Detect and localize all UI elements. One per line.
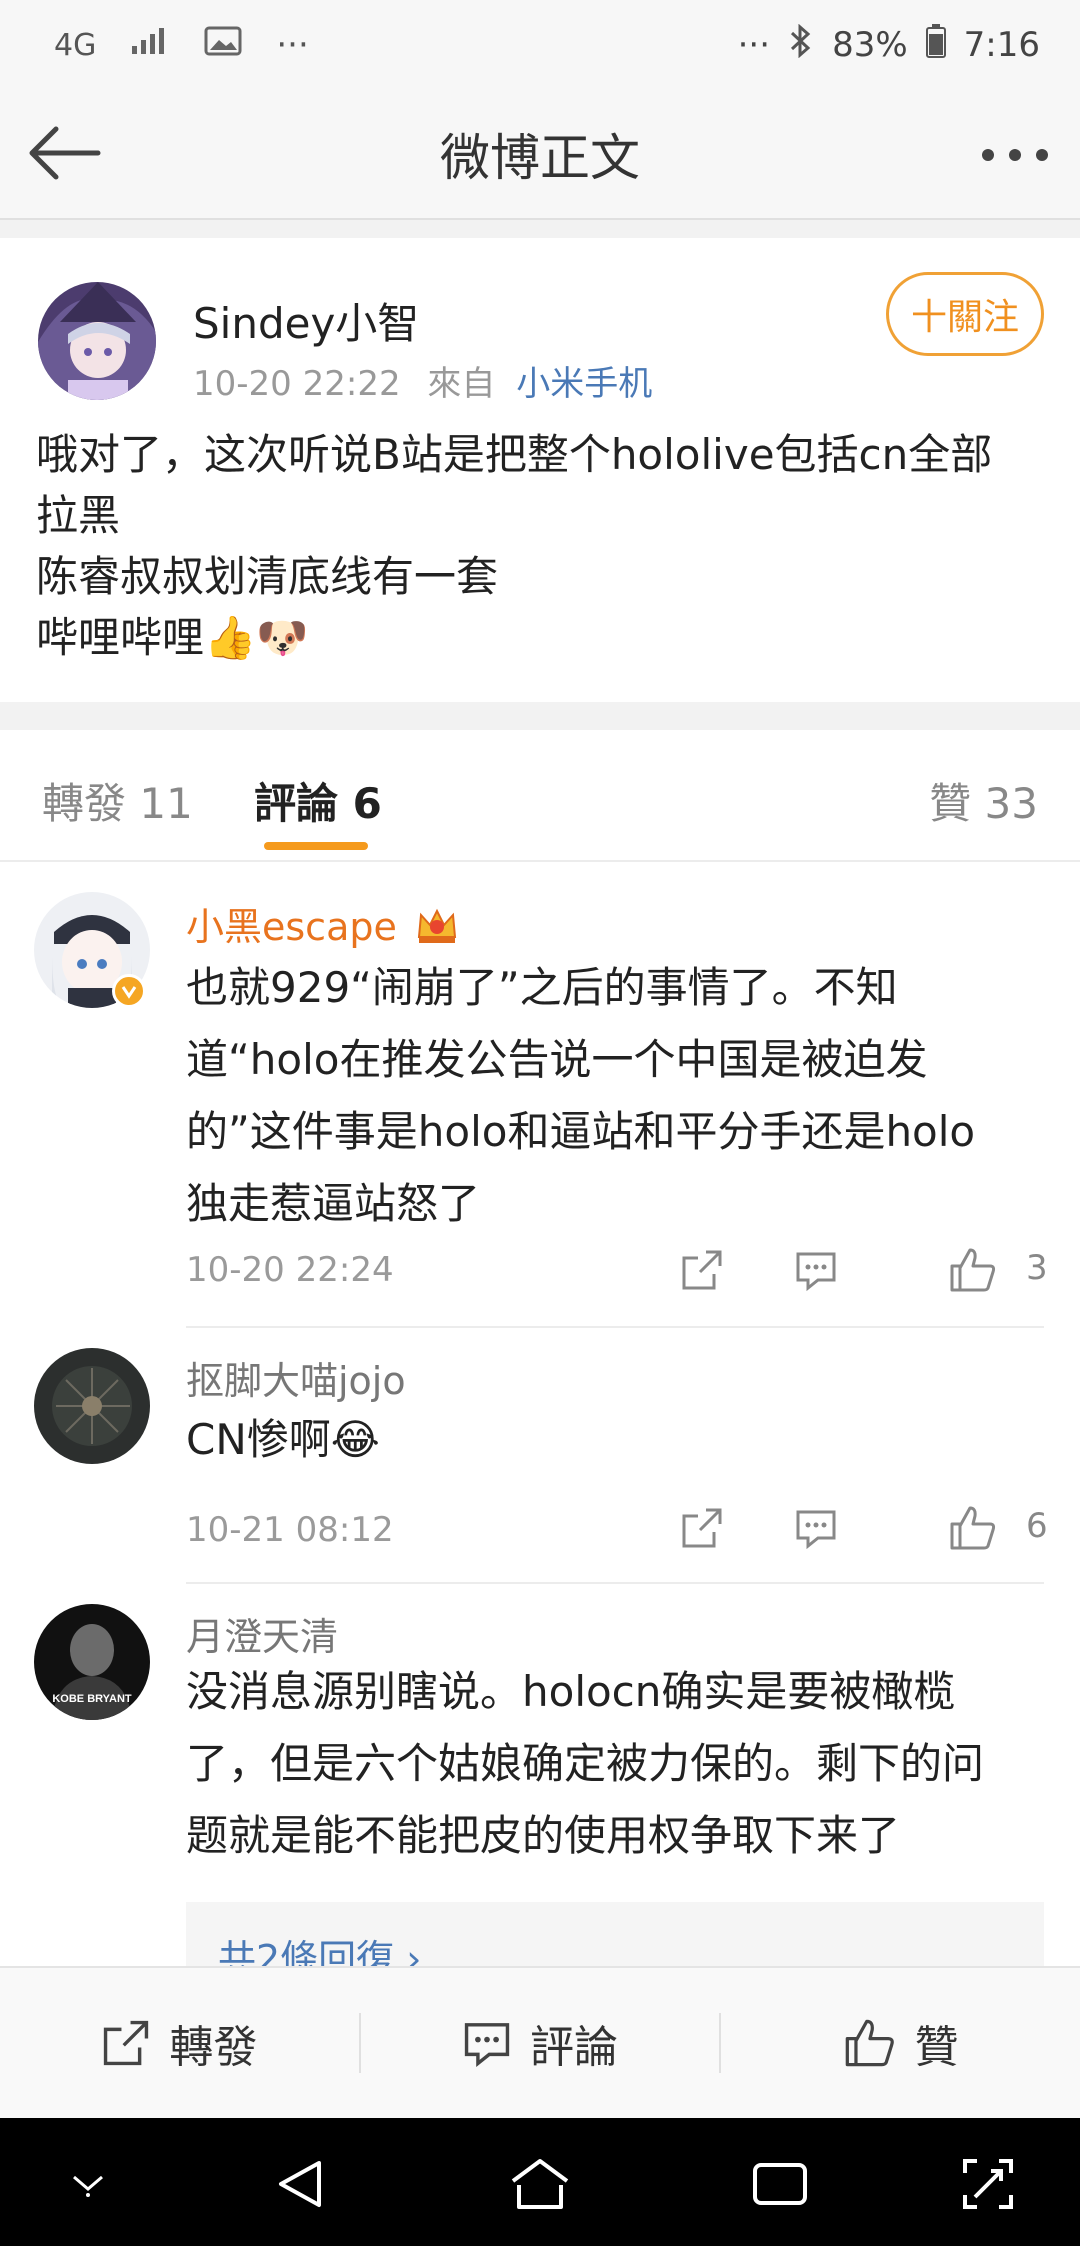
status-bar: 4G ··· ··· 83% 7:16 <box>0 0 1080 90</box>
post-author-name[interactable]: Sindey小智 <box>193 290 419 351</box>
post-text-line: 陈睿叔叔划清底线有一套 <box>36 552 499 601</box>
comment-text-line: CN惨啊😂 <box>186 1415 380 1464</box>
overflow-indicator: ··· <box>737 25 771 65</box>
hide-keyboard-button[interactable] <box>48 2152 128 2216</box>
comment-reply-button[interactable] <box>794 1240 838 1300</box>
comment-icon <box>796 1510 836 1550</box>
comment-text-line: 的”这件事是holo和逼站和平分手还是holo <box>186 1107 976 1156</box>
comment-icon <box>464 2023 510 2068</box>
nav-recents-button[interactable] <box>740 2152 820 2216</box>
repost-button[interactable]: 轉發 <box>0 1968 359 2118</box>
post-author-avatar[interactable] <box>38 282 156 400</box>
page-title: 微博正文 <box>440 129 640 187</box>
interaction-tabs: 轉發 11 評論 6 贊 33 <box>0 730 1080 862</box>
battery-percent: 83% <box>832 25 908 65</box>
commenter-avatar[interactable]: KOBE BRYANT <box>34 1604 150 1720</box>
nav-bar: 微博正文 <box>0 90 1080 220</box>
comment-actions: 6 <box>680 1498 1080 1558</box>
comment-reply-button[interactable] <box>794 1498 838 1558</box>
nav-home-button[interactable] <box>500 2152 580 2216</box>
image-icon <box>204 25 242 65</box>
comment-text-line: 也就929“闹崩了”之后的事情了。不知 <box>186 963 898 1012</box>
post-source-prefix: 來自 <box>427 364 496 404</box>
nav-expand-button[interactable] <box>948 2152 1028 2216</box>
replies-link[interactable]: 共2條回復 › <box>186 1902 1044 1966</box>
share-icon <box>104 2020 149 2066</box>
verified-badge-icon <box>112 974 146 1008</box>
post-timestamp: 10-20 22:22 <box>193 364 401 404</box>
comment-label: 評論 <box>530 2022 618 2073</box>
back-button[interactable] <box>26 118 106 188</box>
repost-label: 轉發 <box>169 2022 258 2073</box>
post-body: 哦对了，这次听说B站是把整个hololive包括cn全部 拉黑 陈睿叔叔划清底线… <box>36 424 1046 668</box>
comment-like-button[interactable] <box>948 1498 998 1558</box>
comment-text: CN惨啊😂 <box>186 1404 1046 1476</box>
system-navigation-bar <box>0 2118 1080 2246</box>
comment-like-button[interactable] <box>948 1240 998 1300</box>
comment-text-line: 独走惹逼站怒了 <box>186 1179 481 1228</box>
tab-likes[interactable]: 贊 33 <box>929 770 1038 831</box>
comment-text-line: 没消息源别瞎说。holocn确实是要被橄榄 <box>186 1667 956 1716</box>
comment-list: 小黑escape 也就929“闹崩了”之后的事情了。不知 道“holo在推发公告… <box>0 862 1080 1966</box>
thumbs-up-icon <box>950 1248 996 1292</box>
commenter-name[interactable]: 抠脚大喵jojo <box>186 1350 406 1405</box>
commenter-name-text: 小黑escape <box>186 905 397 949</box>
comment-like-count: 3 <box>1026 1248 1048 1288</box>
battery-icon <box>925 23 946 67</box>
comment-text-line: 题就是能不能把皮的使用权争取下来了 <box>186 1811 901 1860</box>
comment-text: 没消息源别瞎说。holocn确实是要被橄榄 了，但是六个姑娘确定被力保的。剩下的… <box>186 1656 1046 1872</box>
post-source-link[interactable]: 小米手机 <box>516 364 652 404</box>
triangle-back-icon <box>279 2161 321 2207</box>
more-button[interactable] <box>970 120 1050 190</box>
tab-comments[interactable]: 評論 6 <box>254 770 382 831</box>
network-indicator: 4G <box>54 27 97 63</box>
follow-button[interactable]: 十關注 <box>886 272 1044 356</box>
like-label: 贊 <box>914 2022 959 2073</box>
thumbs-up-icon <box>845 2019 894 2067</box>
tab-reposts[interactable]: 轉發 11 <box>42 770 193 831</box>
comment-time: 10-21 08:12 <box>186 1510 394 1550</box>
comment-time: 10-20 22:24 <box>186 1250 394 1290</box>
comment-actions: 3 <box>680 1240 1080 1300</box>
weibo-post: Sindey小智 10-20 22:22 來自 小米手机 十關注 哦对了，这次听… <box>0 238 1080 702</box>
share-icon <box>682 1250 722 1290</box>
thumbs-up-icon <box>950 1506 996 1550</box>
comment-divider <box>186 1582 1044 1584</box>
commenter-name[interactable]: 小黑escape <box>186 896 459 954</box>
nav-back-button[interactable] <box>260 2152 340 2216</box>
comment-text: 也就929“闹崩了”之后的事情了。不知 道“holo在推发公告说一个中国是被迫发… <box>186 952 1046 1240</box>
overflow-indicator: ··· <box>276 25 309 65</box>
vip-crown-icon <box>415 905 459 954</box>
active-tab-indicator <box>264 842 368 850</box>
comment-repost-button[interactable] <box>680 1498 724 1558</box>
post-text-line: 拉黑 <box>36 491 121 540</box>
avatar-caption: KOBE BRYANT <box>52 1693 132 1705</box>
comment-divider <box>186 1326 1044 1328</box>
comment-text-line: 道“holo在推发公告说一个中国是被迫发 <box>186 1035 928 1084</box>
recents-icon <box>753 2163 807 2205</box>
comment-repost-button[interactable] <box>680 1240 724 1300</box>
like-button[interactable]: 贊 <box>721 1968 1080 2118</box>
signal-icon <box>130 25 170 65</box>
more-dots-icon <box>982 149 1048 161</box>
comment-icon <box>796 1252 836 1292</box>
commenter-name[interactable]: 月澄天清 <box>186 1606 338 1661</box>
comment-button[interactable]: 評論 <box>361 1968 720 2118</box>
commenter-avatar[interactable] <box>34 1348 150 1464</box>
post-text-line: 哦对了，这次听说B站是把整个hololive包括cn全部 <box>36 430 993 479</box>
bottom-action-bar: 轉發 評論 贊 <box>0 1966 1080 2118</box>
clock: 7:16 <box>963 25 1040 65</box>
expand-icon <box>963 2159 1013 2209</box>
home-icon <box>511 2159 569 2209</box>
share-icon <box>682 1508 722 1548</box>
bluetooth-icon <box>788 23 814 67</box>
post-text-line: 哔哩哔哩👍🐶 <box>36 613 309 662</box>
post-meta: 10-20 22:22 來自 小米手机 <box>193 356 652 405</box>
chevron-down-icon <box>73 2175 103 2197</box>
arrow-left-icon <box>29 126 101 180</box>
comment-like-count: 6 <box>1026 1506 1048 1546</box>
comment-text-line: 了，但是六个姑娘确定被力保的。剩下的问 <box>186 1739 985 1788</box>
